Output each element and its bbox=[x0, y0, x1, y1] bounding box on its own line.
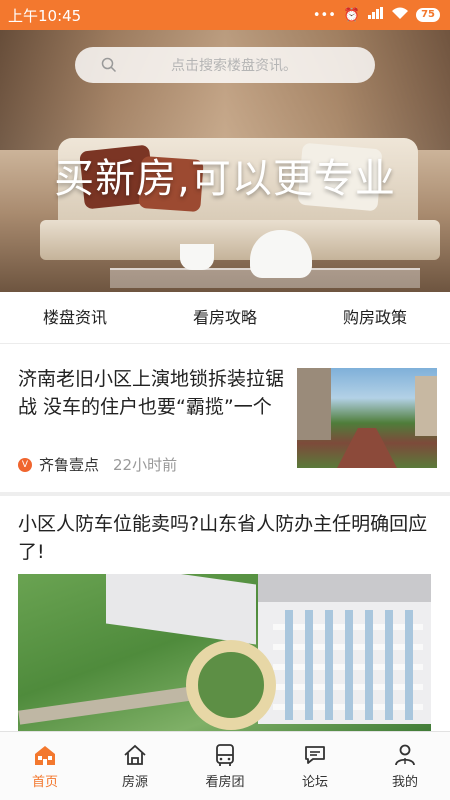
nav-home[interactable]: 首页 bbox=[0, 732, 90, 800]
bottom-nav: 首页 房源 看房团 论坛 我的 bbox=[0, 731, 450, 800]
image-roof bbox=[258, 574, 431, 602]
nav-forum[interactable]: 论坛 bbox=[270, 732, 360, 800]
wifi-icon bbox=[392, 7, 409, 23]
nav-label: 我的 bbox=[391, 775, 418, 790]
article-card[interactable]: 济南老旧小区上演地锁拆装拉锯战 没车的住户也要“霸揽”一个 V 齐鲁壹点 22小… bbox=[0, 345, 450, 491]
search-placeholder: 点击搜索楼盘资讯。 bbox=[171, 58, 297, 74]
nav-listings[interactable]: 房源 bbox=[90, 732, 180, 800]
image-roundabout bbox=[186, 640, 276, 730]
article-source: 齐鲁壹点 bbox=[39, 456, 100, 474]
category-tabs: 楼盘资讯 看房攻略 购房政策 bbox=[0, 292, 450, 344]
image-building bbox=[106, 574, 256, 645]
article-meta: V 齐鲁壹点 22小时前 bbox=[18, 454, 177, 475]
tab-property-news[interactable]: 楼盘资讯 bbox=[0, 292, 150, 343]
user-icon bbox=[395, 744, 415, 766]
thumb-building bbox=[415, 376, 437, 436]
thumb-building bbox=[297, 368, 331, 440]
article-title: 济南老旧小区上演地锁拆装拉锯战 没车的住户也要“霸揽”一个 bbox=[18, 368, 285, 418]
status-bar: 上午10:45 ••• ⏰ 75 bbox=[0, 0, 450, 30]
article-image bbox=[18, 574, 431, 732]
article-thumbnail bbox=[297, 368, 437, 468]
tab-purchase-policy[interactable]: 购房政策 bbox=[300, 292, 450, 343]
image-windows bbox=[273, 610, 423, 720]
tab-viewing-guide[interactable]: 看房攻略 bbox=[150, 292, 300, 343]
forum-icon bbox=[305, 746, 325, 764]
alarm-icon: ⏰ bbox=[343, 7, 361, 23]
banner-cup bbox=[180, 244, 214, 270]
nav-tour-group[interactable]: 看房团 bbox=[180, 732, 270, 800]
search-input[interactable]: 点击搜索楼盘资讯。 bbox=[75, 47, 375, 83]
verified-icon: V bbox=[18, 457, 32, 472]
battery-icon: 75 bbox=[416, 8, 440, 22]
article-card[interactable]: 小区人防车位能卖吗?山东省人防办主任明确回应了! bbox=[0, 496, 450, 732]
thumb-path bbox=[337, 428, 397, 468]
signal-icon bbox=[368, 7, 384, 23]
more-dots-icon: ••• bbox=[312, 7, 336, 23]
home-icon bbox=[35, 746, 55, 765]
article-title: 小区人防车位能卖吗?山东省人防办主任明确回应了! bbox=[18, 513, 428, 563]
bus-icon bbox=[216, 744, 234, 766]
nav-label: 看房团 bbox=[205, 775, 245, 790]
status-time: 上午10:45 bbox=[8, 6, 82, 25]
nav-label: 论坛 bbox=[301, 775, 328, 790]
status-icons: ••• ⏰ 75 bbox=[313, 7, 440, 23]
banner-slogan: 买新房,可以更专业 bbox=[54, 156, 396, 202]
nav-profile[interactable]: 我的 bbox=[360, 732, 450, 800]
search-icon bbox=[89, 57, 129, 73]
nav-label: 首页 bbox=[31, 775, 58, 790]
nav-label: 房源 bbox=[121, 775, 148, 790]
banner-seat bbox=[40, 220, 440, 260]
house-icon bbox=[124, 744, 146, 765]
article-time: 22小时前 bbox=[113, 456, 178, 474]
